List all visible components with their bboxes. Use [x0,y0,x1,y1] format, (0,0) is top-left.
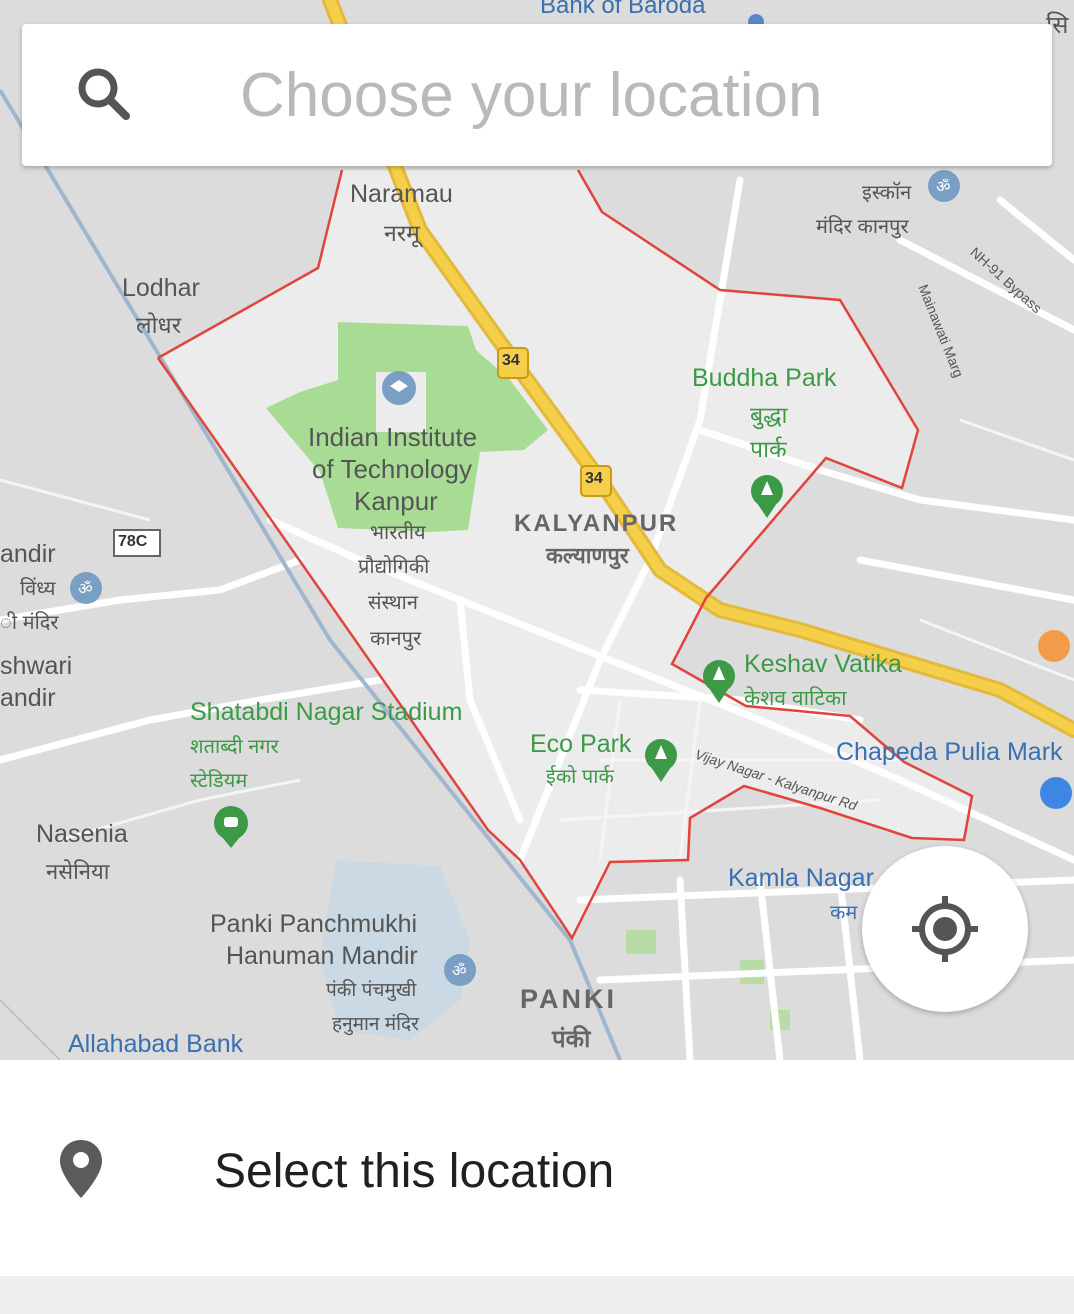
shopping-pin-icon [1040,777,1072,809]
map-label: नरमू [384,220,420,246]
map-label: shwari [0,652,73,680]
map-label: स्टेडियम [190,770,248,792]
map-label: संस्थान [368,592,418,614]
map-label: KALYANPUR [514,510,679,537]
map-label: पार्क [750,436,787,462]
map-label: Naramau [350,180,453,208]
map-label: मंदिर कानपुर [816,216,909,238]
map-label: Panki Panchmukhi [210,910,418,938]
map-label: शताब्दी नगर [190,736,279,758]
map-label: कम [830,902,858,924]
map-label: Nasenia [36,820,128,848]
my-location-button[interactable] [862,846,1028,1012]
map-label: Buddha Park [692,364,837,392]
map-label: andir [0,540,56,568]
map-label: Eco Park [530,730,632,758]
map-label: विंध्य [20,578,56,600]
restaurant-pin-icon [1038,630,1070,662]
map-label: कल्याणपुर [546,543,629,568]
map-label: PANKI [520,984,618,1014]
map-label: भारतीय [370,522,426,544]
map-label: andir [0,684,56,712]
map-label: इस्कॉन [862,182,912,204]
my-location-icon [912,896,978,962]
svg-text:ॐ: ॐ [936,177,951,196]
map-label: Keshav Vatika [744,650,902,678]
map-label: लोधर [136,312,182,338]
map-label: Lodhar [122,274,200,302]
map-label: Bank of Baroda [540,0,706,19]
svg-text:ॐ: ॐ [78,579,93,598]
map-label: Hanuman Mandir [226,942,418,970]
map-label: कानपुर [370,628,422,650]
map-label: पंकी पंचमुखी [326,980,417,1001]
svg-text:ॐ: ॐ [452,961,467,980]
map-label: Kanpur [354,486,438,516]
bottom-divider [0,1276,1074,1314]
map-label: Shatabdi Nagar Stadium [190,698,463,726]
map-view[interactable]: ॐॐॐ Bank of Baroda सि Naramau नरमू Lodha… [0,0,1074,1060]
route-label: 34 [502,352,520,369]
map-label: नसेनिया [46,859,110,884]
location-search-bar[interactable]: Choose your location [22,24,1052,166]
map-label: of Technology [312,454,472,484]
map-label: हनुमान मंदिर [332,1014,419,1035]
route-label: 34 [585,470,603,487]
map-label: पंकी [552,1026,591,1053]
map-label: केशव वाटिका [744,687,847,710]
search-placeholder[interactable]: Choose your location [240,60,822,131]
map-label: Chapeda Pulia Mark [836,738,1063,766]
map-label: Allahabad Bank [68,1030,244,1058]
map-label: बुद्धा [750,402,788,428]
university-pin-icon [382,371,416,405]
map-label: ईको पार्क [546,766,614,788]
route-label: 78C [118,533,148,550]
search-icon [78,68,130,120]
location-pin-icon [60,1140,102,1198]
map-label: ी मंदिर [0,612,59,634]
map-label: प्रौद्योगिकी [358,556,430,578]
map-label: Indian Institute [308,422,478,452]
map-label: Kamla Nagar [728,864,874,892]
select-location-label[interactable]: Select this location [214,1144,614,1199]
